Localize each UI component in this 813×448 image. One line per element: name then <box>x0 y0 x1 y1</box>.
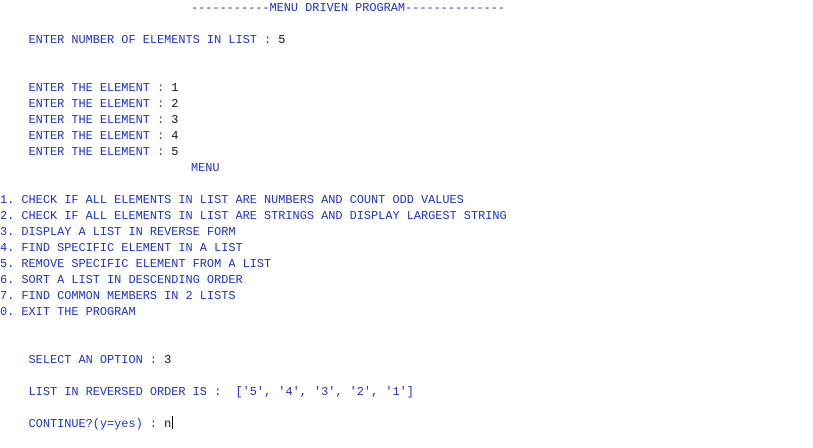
element-line: ENTER THE ELEMENT : 4 <box>0 112 179 143</box>
element-line: ENTER THE ELEMENT : 5 <box>0 128 179 159</box>
element-value: 5 <box>171 145 179 159</box>
menu-item: 1. CHECK IF ALL ELEMENTS IN LIST ARE NUM… <box>0 193 464 207</box>
option-line: SELECT AN OPTION : 3 <box>0 336 172 367</box>
count-line: ENTER NUMBER OF ELEMENTS IN LIST : 5 <box>0 16 286 47</box>
option-prompt: SELECT AN OPTION : <box>28 353 165 367</box>
menu-title: MENU <box>191 161 220 175</box>
menu-item: 7. FIND COMMON MEMBERS IN 2 LISTS <box>0 289 236 303</box>
menu-item: 3. DISPLAY A LIST IN REVERSE FORM <box>0 225 236 239</box>
result-line: LIST IN REVERSED ORDER IS : ['5', '4', '… <box>0 368 414 399</box>
continue-line[interactable]: CONTINUE?(y=yes) : n <box>0 400 174 431</box>
element-prompt: ENTER THE ELEMENT : <box>28 145 172 159</box>
result-value: ['5', '4', '3', '2', '1'] <box>235 385 414 399</box>
continue-prompt: CONTINUE?(y=yes) : <box>28 417 165 431</box>
result-label: LIST IN REVERSED ORDER IS : <box>28 385 236 399</box>
menu-item: 2. CHECK IF ALL ELEMENTS IN LIST ARE STR… <box>0 209 507 223</box>
element-line: ENTER THE ELEMENT : 2 <box>0 80 179 111</box>
menu-item: 5. REMOVE SPECIFIC ELEMENT FROM A LIST <box>0 257 272 271</box>
menu-item: 6. SORT A LIST IN DESCENDING ORDER <box>0 273 243 287</box>
console-window[interactable]: -----------MENU DRIVEN PROGRAM----------… <box>0 0 813 431</box>
text-cursor <box>172 416 174 429</box>
count-prompt: ENTER NUMBER OF ELEMENTS IN LIST : <box>28 33 279 47</box>
count-value: 5 <box>278 33 286 47</box>
element-line: ENTER THE ELEMENT : 3 <box>0 96 179 127</box>
option-value: 3 <box>164 353 172 367</box>
program-header: -----------MENU DRIVEN PROGRAM----------… <box>191 1 505 15</box>
menu-item: 4. FIND SPECIFIC ELEMENT IN A LIST <box>0 241 243 255</box>
element-line: ENTER THE ELEMENT : 1 <box>0 64 179 95</box>
menu-item: 0. EXIT THE PROGRAM <box>0 305 136 319</box>
continue-input[interactable]: n <box>164 417 171 431</box>
